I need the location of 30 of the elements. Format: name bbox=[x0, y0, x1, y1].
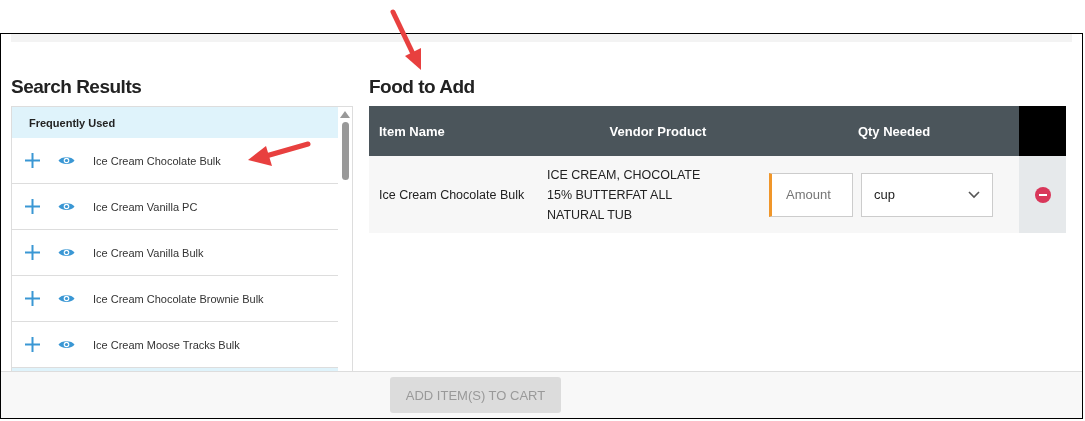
table-cell: Ice Cream Chocolate Bulk bbox=[369, 156, 547, 233]
group-header: Frequently Used bbox=[12, 107, 338, 138]
column-header: Item Name bbox=[369, 106, 547, 156]
section-title: Search Results bbox=[11, 76, 143, 98]
scroll-up-icon[interactable] bbox=[340, 111, 350, 118]
item-name[interactable]: Ice Cream Vanilla PC bbox=[93, 200, 198, 213]
column-header: Vendor Product bbox=[547, 106, 769, 156]
section-title: Food to Add bbox=[369, 76, 476, 98]
item-name[interactable]: Ice Cream Moose Tracks Bulk bbox=[93, 338, 240, 351]
add-icon[interactable] bbox=[25, 153, 40, 168]
eye-icon[interactable] bbox=[58, 247, 75, 258]
eye-icon[interactable] bbox=[58, 201, 75, 212]
amount-field[interactable]: Amount bbox=[769, 172, 853, 217]
remove-icon[interactable] bbox=[1034, 186, 1051, 203]
add-icon[interactable] bbox=[25, 337, 40, 352]
table-cell: ICE CREAM, CHOCOLATE 15% BUTTERFAT ALL NATURAL TUB bbox=[547, 156, 769, 233]
eye-icon[interactable] bbox=[58, 339, 75, 350]
column-header: Qty Needed bbox=[769, 106, 1019, 156]
add-icon[interactable] bbox=[25, 199, 40, 214]
item-name[interactable]: Ice Cream Chocolate Bulk bbox=[93, 154, 221, 167]
item-name[interactable]: Ice Cream Vanilla Bulk bbox=[93, 246, 204, 259]
add-icon[interactable] bbox=[25, 291, 40, 306]
scrollbar-thumb[interactable] bbox=[341, 122, 349, 180]
chevron-down-icon bbox=[968, 190, 980, 199]
unit-select[interactable]: cup bbox=[861, 172, 993, 217]
item-name[interactable]: Ice Cream Chocolate Brownie Bulk bbox=[93, 292, 264, 305]
eye-icon[interactable] bbox=[58, 293, 75, 304]
eye-icon[interactable] bbox=[58, 155, 75, 166]
header-cell bbox=[1019, 106, 1066, 156]
add-icon[interactable] bbox=[25, 245, 40, 260]
